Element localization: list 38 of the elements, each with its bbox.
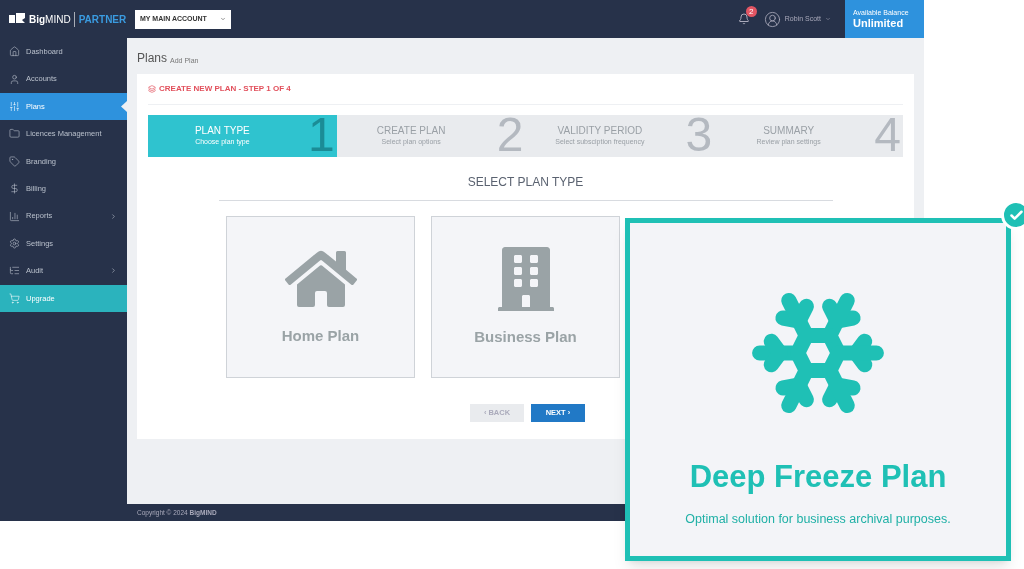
step-title: VALIDITY PERIOD [557, 125, 643, 137]
step-number: 1 [308, 115, 335, 157]
sliders-icon [9, 100, 20, 112]
tag-icon [9, 155, 20, 167]
layers-icon [148, 85, 156, 93]
wizard-heading: CREATE NEW PLAN - STEP 1 OF 4 [159, 83, 291, 95]
brand-product: PARTNER [78, 12, 127, 27]
chevron-down-icon [825, 16, 831, 22]
home-icon [9, 46, 20, 58]
section-title: SELECT PLAN TYPE [218, 173, 833, 201]
settings-icon [9, 237, 20, 249]
step-title: PLAN TYPE [194, 125, 250, 137]
dollar-icon [9, 183, 20, 195]
chevron-down-icon [220, 16, 226, 22]
logo-icon [9, 13, 25, 25]
bar-chart-icon [9, 210, 20, 222]
plan-name: Home Plan [281, 325, 360, 346]
brand-logo: BigMIND [29, 11, 75, 27]
step-title: SUMMARY [763, 125, 815, 137]
user-icon [9, 73, 20, 85]
plan-card[interactable]: Home Plan [226, 216, 415, 378]
plan-name: Deep Freeze Plan [689, 461, 947, 492]
active-pointer-icon [121, 100, 127, 112]
step-title: CREATE PLAN [376, 125, 446, 137]
plan-card[interactable]: Business Plan [431, 216, 620, 378]
plan-name: Business Plan [474, 326, 577, 347]
notification-button[interactable] [737, 13, 750, 25]
user-avatar-icon [763, 10, 781, 28]
list-icon [9, 265, 20, 277]
building-icon [497, 245, 554, 312]
cart-icon [9, 292, 20, 304]
notification-badge: 2 [745, 6, 757, 17]
page-title: Plans [137, 52, 168, 64]
selected-plan-dialog[interactable]: Deep Freeze Plan Optimal solution for business archival purposes. [625, 218, 1011, 561]
plan-description: Optimal solution for business archival purposes. [685, 511, 951, 528]
balance-value: Unlimited [853, 17, 905, 30]
folder-icon [9, 128, 20, 140]
bell-icon [737, 13, 750, 25]
